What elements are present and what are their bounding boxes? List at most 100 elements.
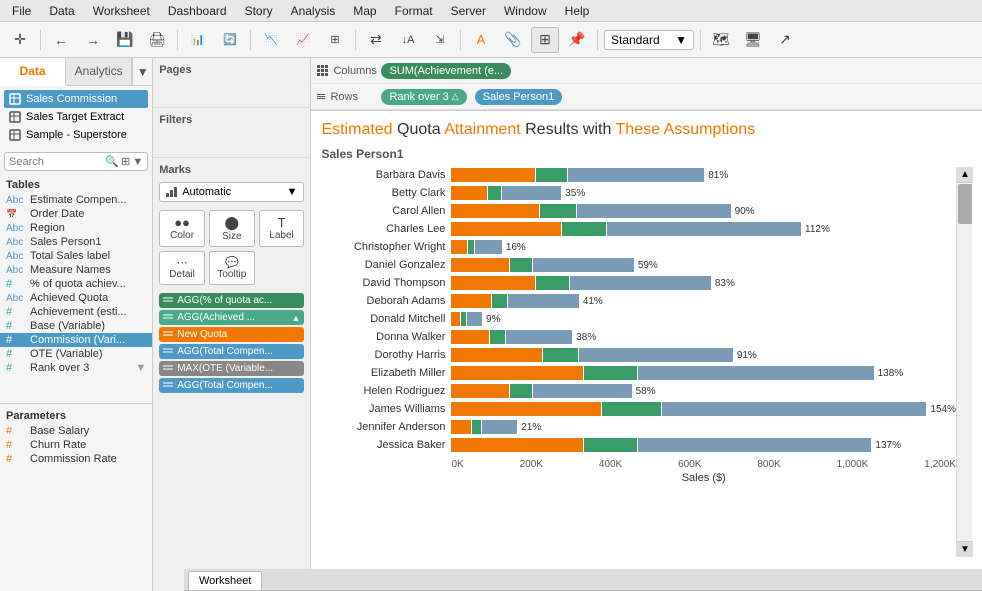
viz-title-text-1: Quota xyxy=(397,121,444,138)
field-measure-names[interactable]: Abc Measure Names xyxy=(0,263,152,277)
param-churn-rate[interactable]: # Churn Rate xyxy=(0,438,152,452)
menu-file[interactable]: File xyxy=(4,2,39,20)
rows-pill-2[interactable]: Sales Person1 xyxy=(475,89,563,105)
toolbar-highlight-btn[interactable]: A xyxy=(467,27,495,53)
field-achievement[interactable]: # Achievement (esti... xyxy=(0,305,152,319)
menu-server[interactable]: Server xyxy=(443,2,494,20)
bar-pct: 58% xyxy=(636,386,656,397)
menu-data[interactable]: Data xyxy=(41,2,82,20)
param-base-salary[interactable]: # Base Salary xyxy=(0,424,152,438)
bar-pct: 81% xyxy=(708,170,728,181)
search-input[interactable] xyxy=(9,156,105,168)
scrollbar-thumb[interactable] xyxy=(958,184,972,224)
data-source-section: Sales Commission Sales Target Extract Sa… xyxy=(0,86,152,148)
field-commission[interactable]: # Commission (Vari... xyxy=(0,333,152,347)
scrollbar-up-btn[interactable]: ▲ xyxy=(957,167,973,183)
bar-segment xyxy=(451,294,491,308)
table-row: Charles Lee112% xyxy=(321,221,956,237)
toolbar-new-ds-btn[interactable]: 📊 xyxy=(184,27,212,53)
toolbar-extract-btn[interactable]: 🔄 xyxy=(216,27,244,53)
datasource-label-2: Sales Target Extract xyxy=(26,111,124,123)
toolbar-device-btn[interactable]: 🖥 xyxy=(739,27,767,53)
toolbar-sort-desc-btn[interactable]: ↓A xyxy=(394,27,422,53)
bottom-tab-worksheet[interactable]: Worksheet xyxy=(188,571,262,590)
field-pct-quota[interactable]: # % of quota achiev... xyxy=(0,277,152,291)
datasource-sales-target[interactable]: Sales Target Extract xyxy=(4,108,148,126)
datasource-sales-commission[interactable]: Sales Commission xyxy=(4,90,148,108)
menu-dashboard[interactable]: Dashboard xyxy=(160,2,235,20)
bar-segment xyxy=(472,420,481,434)
toolbar-bar-btn[interactable]: 📉 xyxy=(257,27,285,53)
menu-map[interactable]: Map xyxy=(345,2,384,20)
tab-data[interactable]: Data xyxy=(0,58,66,86)
toolbar-swap-btn[interactable]: ⇄ xyxy=(362,27,390,53)
menu-format[interactable]: Format xyxy=(387,2,441,20)
left-panel: Data Analytics ▼ Sales Commission Sales … xyxy=(0,58,153,591)
bar-area: 83% xyxy=(451,275,956,291)
marks-detail-btn[interactable]: ⋯ Detail xyxy=(159,251,205,285)
marks-type-dropdown[interactable]: Automatic ▼ xyxy=(159,182,304,202)
marks-type-label: Automatic xyxy=(182,186,231,198)
marks-field-6[interactable]: AGG(Total Compen... xyxy=(159,378,304,393)
field-region[interactable]: Abc Region xyxy=(0,221,152,235)
toolbar-pin-btn[interactable]: 📌 xyxy=(563,27,591,53)
grid-icon[interactable]: ⊞ xyxy=(121,155,130,168)
toolbar-line-btn[interactable]: 📈 xyxy=(289,27,317,53)
dropdown-arrow: ▼ xyxy=(675,33,687,47)
scrollbar-down-btn[interactable]: ▼ xyxy=(957,541,973,557)
datasource-superstore[interactable]: Sample - Superstore xyxy=(4,126,148,144)
menu-story[interactable]: Story xyxy=(237,2,281,20)
marks-field-4[interactable]: AGG(Total Compen... xyxy=(159,344,304,359)
marks-field-1[interactable]: AGG(% of quota ac... xyxy=(159,293,304,308)
marks-field-3[interactable]: New Quota xyxy=(159,327,304,342)
field-total-sales[interactable]: Abc Total Sales label xyxy=(0,249,152,263)
field-order-date[interactable]: 📅 Order Date xyxy=(0,207,152,221)
bar-segment xyxy=(490,330,505,344)
toolbar-share-btn[interactable]: ↗ xyxy=(771,27,799,53)
search-icon[interactable]: 🔍 xyxy=(105,155,119,168)
toolbar-save-btn[interactable]: 💾 xyxy=(111,27,139,53)
toolbar-annotate-btn[interactable]: 📎 xyxy=(499,27,527,53)
field-ote[interactable]: # OTE (Variable) xyxy=(0,347,152,361)
marks-field-5[interactable]: MAX(OTE (Variable... xyxy=(159,361,304,376)
datasource-icon-3 xyxy=(8,128,22,142)
menu-worksheet[interactable]: Worksheet xyxy=(85,2,158,20)
marks-field-2[interactable]: AGG(Achieved ... ▲ xyxy=(159,310,304,325)
marks-tooltip-btn[interactable]: 💬 Tooltip xyxy=(209,251,255,285)
field-achieved-quota[interactable]: Abc Achieved Quota xyxy=(0,291,152,305)
rows-pill-1[interactable]: Rank over 3 △ xyxy=(381,89,466,105)
menu-help[interactable]: Help xyxy=(557,2,598,20)
toolbar-move-btn[interactable]: ✛ xyxy=(6,27,34,53)
toolbar-fit-btn[interactable]: ⇲ xyxy=(426,27,454,53)
marks-color-btn[interactable]: ●● Color xyxy=(159,210,205,247)
marks-label-btn[interactable]: T Label xyxy=(259,210,305,247)
middle-panel: Pages Filters Marks Automatic ▼ ●● Color… xyxy=(153,58,311,591)
menu-window[interactable]: Window xyxy=(496,2,555,20)
marks-size-btn[interactable]: ⬤ Size xyxy=(209,210,255,247)
bar-segment xyxy=(451,204,539,218)
bar-pct: 21% xyxy=(521,422,541,433)
columns-pill-label: SUM(Achievement (e... xyxy=(389,65,503,77)
toolbar-back-btn[interactable]: ← xyxy=(47,27,75,53)
bar-pct: 9% xyxy=(486,314,500,325)
toolbar-scatter-btn[interactable]: ⊞ xyxy=(321,27,349,53)
field-base[interactable]: # Base (Variable) xyxy=(0,319,152,333)
tab-analytics[interactable]: Analytics xyxy=(66,58,132,85)
toolbar-print-btn[interactable]: 🖨 xyxy=(143,27,171,53)
field-rank[interactable]: # Rank over 3 ▼ xyxy=(0,361,152,375)
tab-expand-btn[interactable]: ▼ xyxy=(132,58,152,85)
menu-analysis[interactable]: Analysis xyxy=(283,2,344,20)
standard-dropdown[interactable]: Standard ▼ xyxy=(604,30,694,50)
field-estimate[interactable]: Abc Estimate Compen... xyxy=(0,193,152,207)
toolbar-tooltip-btn[interactable]: ⊞ xyxy=(531,27,559,53)
columns-pill[interactable]: SUM(Achievement (e... xyxy=(381,63,511,79)
field-label-8: Achieved Quota xyxy=(30,292,108,304)
sort-icon[interactable]: ▼ xyxy=(132,156,143,168)
bar-segment xyxy=(662,402,926,416)
table-row: James Williams154% xyxy=(321,401,956,417)
toolbar-forward-btn[interactable]: → xyxy=(79,27,107,53)
toolbar-map-btn[interactable]: 🗺 xyxy=(707,27,735,53)
param-commission-rate[interactable]: # Commission Rate xyxy=(0,452,152,466)
field-sales-person[interactable]: Abc Sales Person1 xyxy=(0,235,152,249)
scrollbar-track[interactable] xyxy=(957,183,972,541)
